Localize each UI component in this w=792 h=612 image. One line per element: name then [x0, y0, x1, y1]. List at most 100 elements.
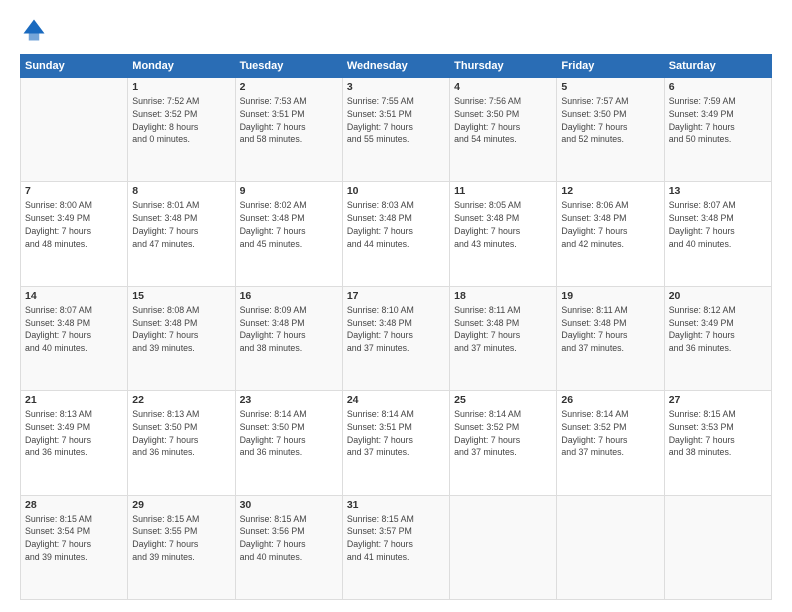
day-info: Sunrise: 8:14 AMSunset: 3:52 PMDaylight:…	[454, 408, 552, 459]
calendar-week-row: 1 Sunrise: 7:52 AMSunset: 3:52 PMDaylight…	[21, 78, 772, 182]
calendar-cell: 28 Sunrise: 8:15 AMSunset: 3:54 PMDayligh…	[21, 495, 128, 599]
day-info: Sunrise: 8:14 AMSunset: 3:52 PMDaylight:…	[561, 408, 659, 459]
logo-icon	[20, 16, 48, 44]
day-number: 20	[669, 290, 767, 302]
calendar-week-row: 14Sunrise: 8:07 AMSunset: 3:48 PMDayligh…	[21, 286, 772, 390]
day-info: Sunrise: 8:15 AMSunset: 3:53 PMDaylight:…	[669, 408, 767, 459]
day-number: 26	[561, 394, 659, 406]
day-info: Sunrise: 8:07 AMSunset: 3:48 PMDaylight:…	[669, 199, 767, 250]
day-info: Sunrise: 8:05 AMSunset: 3:48 PMDaylight:…	[454, 199, 552, 250]
day-info: Sunrise: 8:13 AMSunset: 3:49 PMDaylight:…	[25, 408, 123, 459]
day-number: 4	[454, 81, 552, 93]
day-info: Sunrise: 8:13 AMSunset: 3:50 PMDaylight:…	[132, 408, 230, 459]
page: SundayMondayTuesdayWednesdayThursdayFrid…	[0, 0, 792, 612]
calendar-cell	[21, 78, 128, 182]
calendar-cell: 12 Sunrise: 8:06 AMSunset: 3:48 PMDayligh…	[557, 182, 664, 286]
calendar-cell: 4Sunrise: 7:56 AMSunset: 3:50 PMDaylight…	[450, 78, 557, 182]
day-number: 15	[132, 290, 230, 302]
day-number: 11	[454, 185, 552, 197]
day-info: Sunrise: 8:15 AMSunset: 3:56 PMDaylight:…	[240, 513, 338, 564]
day-number: 17	[347, 290, 445, 302]
day-number: 21	[25, 394, 123, 406]
day-info: Sunrise: 8:15 AMSunset: 3:54 PMDaylight:…	[25, 513, 123, 564]
day-number: 8	[132, 185, 230, 197]
calendar-cell: 11 Sunrise: 8:05 AMSunset: 3:48 PMDayligh…	[450, 182, 557, 286]
calendar-cell	[557, 495, 664, 599]
header-row: SundayMondayTuesdayWednesdayThursdayFrid…	[21, 55, 772, 78]
calendar-cell: 30 Sunrise: 8:15 AMSunset: 3:56 PMDayligh…	[235, 495, 342, 599]
day-info: Sunrise: 8:06 AMSunset: 3:48 PMDaylight:…	[561, 199, 659, 250]
calendar-body: 1 Sunrise: 7:52 AMSunset: 3:52 PMDaylight…	[21, 78, 772, 600]
day-info: Sunrise: 8:10 AMSunset: 3:48 PMDaylight:…	[347, 304, 445, 355]
day-number: 18	[454, 290, 552, 302]
day-number: 6	[669, 81, 767, 93]
day-number: 23	[240, 394, 338, 406]
calendar-cell: 9Sunrise: 8:02 AMSunset: 3:48 PMDaylight…	[235, 182, 342, 286]
calendar-cell: 27 Sunrise: 8:15 AMSunset: 3:53 PMDayligh…	[664, 391, 771, 495]
calendar-cell: 7 Sunrise: 8:00 AMSunset: 3:49 PMDaylight…	[21, 182, 128, 286]
calendar-cell: 25 Sunrise: 8:14 AMSunset: 3:52 PMDayligh…	[450, 391, 557, 495]
day-number: 25	[454, 394, 552, 406]
calendar-week-row: 7 Sunrise: 8:00 AMSunset: 3:49 PMDaylight…	[21, 182, 772, 286]
day-info: Sunrise: 8:14 AMSunset: 3:50 PMDaylight:…	[240, 408, 338, 459]
calendar-cell: 15 Sunrise: 8:08 AMSunset: 3:48 PMDayligh…	[128, 286, 235, 390]
day-info: Sunrise: 8:08 AMSunset: 3:48 PMDaylight:…	[132, 304, 230, 355]
calendar-cell: 17 Sunrise: 8:10 AMSunset: 3:48 PMDayligh…	[342, 286, 449, 390]
calendar-week-row: 21 Sunrise: 8:13 AMSunset: 3:49 PMDayligh…	[21, 391, 772, 495]
calendar-cell: 31 Sunrise: 8:15 AMSunset: 3:57 PMDayligh…	[342, 495, 449, 599]
day-info: Sunrise: 8:09 AMSunset: 3:48 PMDaylight:…	[240, 304, 338, 355]
calendar-header: SundayMondayTuesdayWednesdayThursdayFrid…	[21, 55, 772, 78]
day-number: 22	[132, 394, 230, 406]
day-number: 12	[561, 185, 659, 197]
calendar-table: SundayMondayTuesdayWednesdayThursdayFrid…	[20, 54, 772, 600]
day-number: 14	[25, 290, 123, 302]
day-info: Sunrise: 8:11 AMSunset: 3:48 PMDaylight:…	[454, 304, 552, 355]
day-info: Sunrise: 8:11 AMSunset: 3:48 PMDaylight:…	[561, 304, 659, 355]
calendar-cell: 21 Sunrise: 8:13 AMSunset: 3:49 PMDayligh…	[21, 391, 128, 495]
calendar-cell: 16Sunrise: 8:09 AMSunset: 3:48 PMDayligh…	[235, 286, 342, 390]
header	[20, 16, 772, 44]
day-info: Sunrise: 8:15 AMSunset: 3:57 PMDaylight:…	[347, 513, 445, 564]
calendar-cell: 8 Sunrise: 8:01 AMSunset: 3:48 PMDaylight…	[128, 182, 235, 286]
day-info: Sunrise: 7:52 AMSunset: 3:52 PMDaylight:…	[132, 95, 230, 146]
logo	[20, 16, 52, 44]
day-info: Sunrise: 7:57 AMSunset: 3:50 PMDaylight:…	[561, 95, 659, 146]
calendar-cell: 18 Sunrise: 8:11 AMSunset: 3:48 PMDayligh…	[450, 286, 557, 390]
day-of-week-header: Thursday	[450, 55, 557, 78]
day-info: Sunrise: 8:15 AMSunset: 3:55 PMDaylight:…	[132, 513, 230, 564]
day-info: Sunrise: 7:55 AMSunset: 3:51 PMDaylight:…	[347, 95, 445, 146]
day-number: 30	[240, 499, 338, 511]
day-number: 27	[669, 394, 767, 406]
calendar-cell: 10Sunrise: 8:03 AMSunset: 3:48 PMDayligh…	[342, 182, 449, 286]
calendar-cell: 20 Sunrise: 8:12 AMSunset: 3:49 PMDayligh…	[664, 286, 771, 390]
day-info: Sunrise: 8:02 AMSunset: 3:48 PMDaylight:…	[240, 199, 338, 250]
day-number: 29	[132, 499, 230, 511]
day-number: 19	[561, 290, 659, 302]
day-info: Sunrise: 7:53 AMSunset: 3:51 PMDaylight:…	[240, 95, 338, 146]
calendar-cell: 19 Sunrise: 8:11 AMSunset: 3:48 PMDayligh…	[557, 286, 664, 390]
calendar-cell: 14Sunrise: 8:07 AMSunset: 3:48 PMDayligh…	[21, 286, 128, 390]
calendar-cell	[450, 495, 557, 599]
day-number: 13	[669, 185, 767, 197]
day-info: Sunrise: 8:12 AMSunset: 3:49 PMDaylight:…	[669, 304, 767, 355]
day-info: Sunrise: 8:03 AMSunset: 3:48 PMDaylight:…	[347, 199, 445, 250]
day-info: Sunrise: 7:59 AMSunset: 3:49 PMDaylight:…	[669, 95, 767, 146]
calendar-cell: 6 Sunrise: 7:59 AMSunset: 3:49 PMDaylight…	[664, 78, 771, 182]
day-info: Sunrise: 8:00 AMSunset: 3:49 PMDaylight:…	[25, 199, 123, 250]
calendar-cell: 29 Sunrise: 8:15 AMSunset: 3:55 PMDayligh…	[128, 495, 235, 599]
day-number: 5	[561, 81, 659, 93]
day-number: 7	[25, 185, 123, 197]
day-of-week-header: Tuesday	[235, 55, 342, 78]
calendar-cell: 1 Sunrise: 7:52 AMSunset: 3:52 PMDaylight…	[128, 78, 235, 182]
calendar-cell: 26 Sunrise: 8:14 AMSunset: 3:52 PMDayligh…	[557, 391, 664, 495]
calendar-cell: 24Sunrise: 8:14 AMSunset: 3:51 PMDayligh…	[342, 391, 449, 495]
day-number: 31	[347, 499, 445, 511]
calendar-cell: 22 Sunrise: 8:13 AMSunset: 3:50 PMDayligh…	[128, 391, 235, 495]
day-number: 28	[25, 499, 123, 511]
calendar-cell: 23 Sunrise: 8:14 AMSunset: 3:50 PMDayligh…	[235, 391, 342, 495]
day-of-week-header: Monday	[128, 55, 235, 78]
day-number: 1	[132, 81, 230, 93]
day-of-week-header: Sunday	[21, 55, 128, 78]
day-info: Sunrise: 8:01 AMSunset: 3:48 PMDaylight:…	[132, 199, 230, 250]
calendar-cell: 13 Sunrise: 8:07 AMSunset: 3:48 PMDayligh…	[664, 182, 771, 286]
